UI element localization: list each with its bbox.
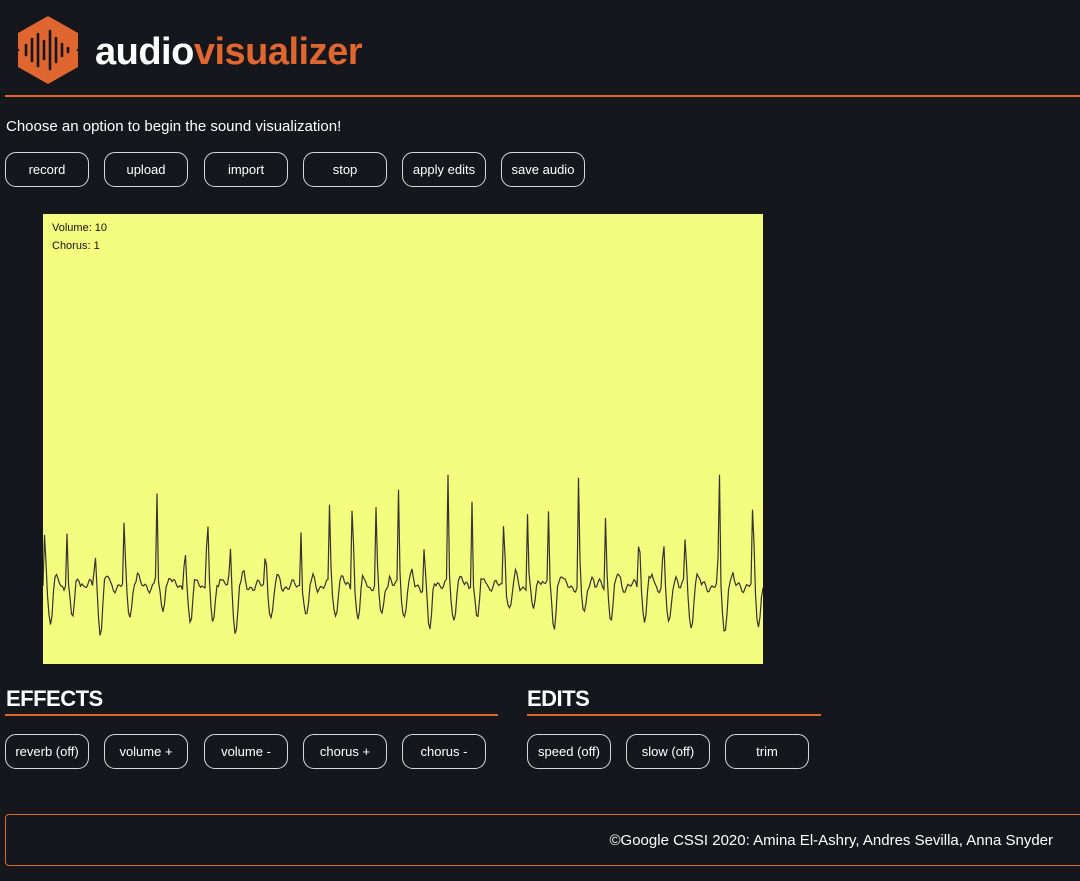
header-divider [5, 95, 1080, 97]
footer-credits: ©Google CSSI 2020: Amina El-Ashry, Andre… [609, 832, 1053, 849]
record-button[interactable]: record [5, 152, 89, 187]
effects-title: EFFECTS [6, 686, 103, 711]
brand-part-visualizer: visualizer [193, 31, 363, 73]
chorus-up-button[interactable]: chorus + [303, 734, 387, 769]
slow-button[interactable]: slow (off) [626, 734, 710, 769]
footer: ©Google CSSI 2020: Amina El-Ashry, Andre… [5, 814, 1080, 866]
intro-text: Choose an option to begin the sound visu… [6, 118, 342, 135]
save-audio-button[interactable]: save audio [501, 152, 585, 187]
volume-down-button[interactable]: volume - [204, 734, 288, 769]
edits-title: EDITS [527, 686, 590, 711]
brand-part-audio: audio [95, 31, 194, 73]
waveform-line [43, 474, 763, 636]
header: audiovisualizer [0, 0, 1080, 97]
edits-divider [527, 714, 821, 716]
import-button[interactable]: import [204, 152, 288, 187]
speed-button[interactable]: speed (off) [527, 734, 611, 769]
effects-divider [5, 714, 498, 716]
trim-button[interactable]: trim [725, 734, 809, 769]
sound-wave-logo-icon [12, 16, 84, 84]
reverb-button[interactable]: reverb (off) [5, 734, 89, 769]
brand-wordmark: audiovisualizer [95, 24, 363, 80]
volume-up-button[interactable]: volume + [104, 734, 188, 769]
stop-button[interactable]: stop [303, 152, 387, 187]
chorus-down-button[interactable]: chorus - [402, 734, 486, 769]
app-page: audiovisualizer Choose an option to begi… [0, 0, 1080, 881]
waveform-graphic [43, 474, 763, 636]
visualizer-canvas: Volume: 10 Chorus: 1 [43, 214, 763, 664]
upload-button[interactable]: upload [104, 152, 188, 187]
apply-edits-button[interactable]: apply edits [402, 152, 486, 187]
